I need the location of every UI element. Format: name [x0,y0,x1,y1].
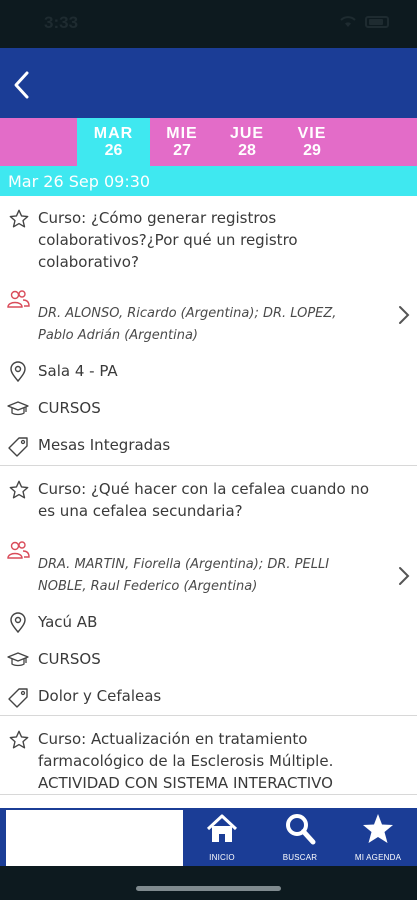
star-outline-icon[interactable] [8,208,30,230]
date-tabs-spacer [0,118,77,166]
event-room: Sala 4 - PA [10,353,417,390]
date-tab-jue-28[interactable]: JUE 28 [214,118,280,166]
tab-label: INICIO [209,853,235,862]
location-pin-icon [10,612,26,634]
event-speakers: DR. ALONSO, Ricardo (Argentina); DR. LOP… [7,289,417,353]
status-bar: 3:33 [0,0,417,48]
date-tabs: MAR 26 MIE 27 JUE 28 VIE 29 [0,118,417,166]
people-icon [7,290,30,308]
chevron-right-icon[interactable] [397,565,411,587]
status-time: 3:33 [44,13,79,32]
search-icon [286,814,316,845]
event-title: Curso: ¿Cómo generar registros colaborat… [9,207,417,289]
battery-icon [365,15,389,28]
people-icon [7,541,30,559]
tab-inicio[interactable]: INICIO [183,808,261,866]
event-title-text: Curso: ¿Qué hacer con la cefalea cuando … [38,480,370,520]
date-tab-day: JUE [229,125,265,142]
date-tab-day: VIE [297,125,327,142]
event-room-text: Yacú AB [38,613,98,631]
tag-icon [8,437,28,457]
event-title-text: Curso: Actualización en tratamiento farm… [38,730,334,792]
date-tab-date: 28 [238,142,256,159]
star-outline-icon[interactable] [8,729,30,751]
wifi-icon [340,16,356,27]
event-type: CURSOS [7,390,417,427]
event-room: Yacú AB [10,604,417,641]
date-tab-mar-26[interactable]: MAR 26 [77,118,150,166]
date-tab-date: 29 [303,142,321,159]
event-title: Curso: ¿Qué hacer con la cefalea cuando … [9,478,417,540]
home-indicator [136,886,281,891]
event-tag: Mesas Integradas [8,427,417,464]
tab-mi-agenda[interactable]: MI AGENDA [339,808,417,866]
event-item[interactable]: Curso: ¿Qué hacer con la cefalea cuando … [0,466,417,716]
status-icons [339,15,389,28]
home-icon [206,814,238,842]
graduation-cap-icon [7,401,29,416]
event-type: CURSOS [7,641,417,678]
star-outline-icon[interactable] [8,479,30,501]
event-title-text: Curso: ¿Cómo generar registros colaborat… [38,209,298,271]
event-tag-text: Mesas Integradas [38,436,171,454]
tab-buscar[interactable]: BUSCAR [261,808,339,866]
event-list[interactable]: Curso: ¿Cómo generar registros colaborat… [0,196,417,808]
tab-label: BUSCAR [282,853,318,862]
graduation-cap-icon [7,652,29,667]
event-tag-text: Dolor y Cefaleas [38,687,162,705]
app-header [0,48,417,118]
back-button[interactable] [8,68,36,102]
tab-label: MI AGENDA [354,853,402,862]
event-item[interactable]: Curso: ¿Cómo generar registros colaborat… [0,196,417,466]
date-tab-day: MAR [93,125,134,142]
event-item[interactable]: Curso: Actualización en tratamiento farm… [0,716,417,795]
date-tab-vie-29[interactable]: VIE 29 [280,118,344,166]
event-speakers: DRA. MARTIN, Fiorella (Argentina); DR. P… [7,540,417,604]
date-tab-date: 27 [173,142,191,159]
location-pin-icon [10,361,26,383]
event-type-text: CURSOS [38,399,101,417]
tab-bar: INICIO BUSCAR MI AGENDA [183,808,417,866]
chevron-right-icon[interactable] [397,304,411,326]
bottom-left-panel [0,808,183,866]
event-speakers-text: DR. ALONSO, Ricardo (Argentina); DR. LOP… [38,306,337,343]
event-type-text: CURSOS [38,650,101,668]
bottom-left-blank [6,810,183,866]
date-tab-mie-27[interactable]: MIE 27 [150,118,214,166]
date-tab-date: 26 [104,142,123,159]
event-title: Curso: Actualización en tratamiento farm… [9,728,417,794]
event-tag: Dolor y Cefaleas [8,678,417,715]
date-tab-day: MIE [166,125,198,142]
event-speakers-text: DRA. MARTIN, Fiorella (Argentina); DR. P… [38,557,330,594]
chevron-left-icon [14,71,29,99]
tag-icon [8,688,28,708]
event-room-text: Sala 4 - PA [38,362,118,380]
time-section-header: Mar 26 Sep 09:30 [0,166,417,196]
star-icon [363,814,393,843]
